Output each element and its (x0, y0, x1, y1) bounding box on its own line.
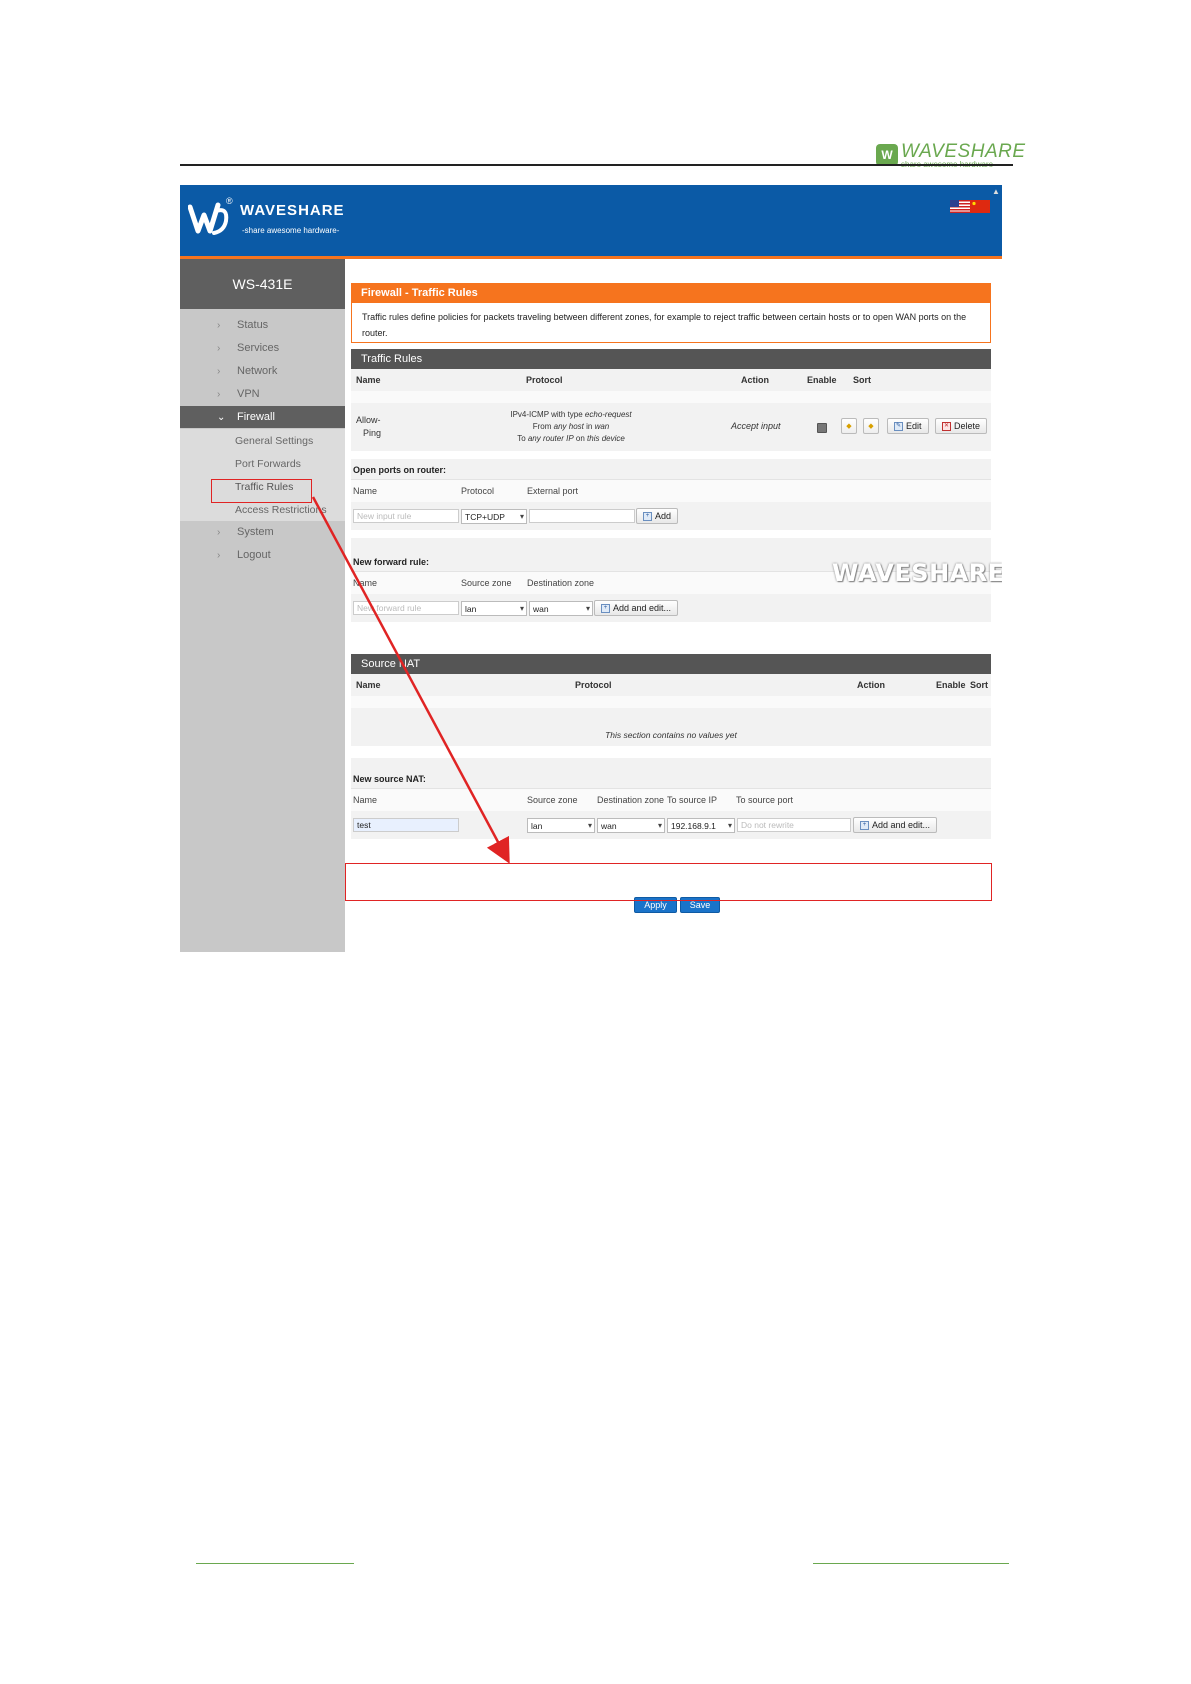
page-title: Firewall - Traffic Rules (351, 283, 991, 303)
to-source-port-field[interactable]: Do not rewrite (737, 818, 851, 832)
chevron-down-icon: ▾ (519, 512, 524, 521)
chevron-down-icon: ⌄ (217, 411, 226, 423)
registered-mark: ® (226, 196, 233, 206)
traffic-rules-header: Traffic Rules (351, 349, 991, 369)
page-description: Traffic rules define policies for packet… (351, 303, 991, 343)
device-name: WS-431E (180, 259, 345, 309)
chevron-right-icon: › (217, 365, 221, 377)
footer-rule-right (813, 1563, 1009, 1564)
header-rule (180, 164, 1013, 166)
protocol-select[interactable]: TCP+UDP ▾ (461, 509, 527, 524)
add-and-edit-button[interactable]: + Add and edit... (594, 600, 679, 616)
to-source-ip-select[interactable]: 192.168.9.1 ▾ (667, 818, 735, 833)
chevron-right-icon: › (217, 319, 221, 331)
sidebar-sub-general-settings[interactable]: General Settings (180, 429, 345, 452)
top-bar: ® WAVESHARE -share awesome hardware- ▲ (180, 185, 1002, 259)
new-source-nat-title: New source NAT: (353, 774, 426, 784)
add-icon: + (601, 603, 610, 613)
new-forward-rule-field[interactable]: New forward rule (353, 601, 459, 615)
sidebar-item-services[interactable]: › Services (180, 337, 345, 359)
us-flag-icon[interactable] (950, 200, 970, 213)
enable-checkbox[interactable] (817, 423, 827, 433)
cn-flag-icon[interactable] (970, 200, 990, 213)
source-zone-select[interactable]: lan ▾ (461, 601, 527, 616)
waveshare-logo-icon: W (876, 144, 898, 166)
delete-button[interactable]: ✕ Delete (935, 418, 988, 434)
sidebar-item-firewall[interactable]: ⌄ Firewall (180, 406, 345, 428)
source-nat-header: Source NAT (351, 654, 991, 674)
sidebar-item-vpn[interactable]: › VPN (180, 383, 345, 405)
traffic-rules-column-headers: Name Protocol Action Enable Sort (351, 369, 991, 391)
router-tagline: -share awesome hardware- (242, 226, 340, 235)
empty-section-message: This section contains no values yet (605, 730, 737, 740)
doc-brand: WAVESHARE (901, 140, 1026, 162)
main-content: Firewall - Traffic Rules Traffic rules d… (345, 259, 1002, 952)
forward-rule-title: New forward rule: (353, 557, 430, 567)
sidebar-item-status[interactable]: › Status (180, 314, 345, 336)
chevron-right-icon: › (217, 526, 221, 538)
source-nat-name-field[interactable]: test (353, 818, 459, 832)
sidebar-item-network[interactable]: › Network (180, 360, 345, 382)
sidebar: WS-431E › Status › Services › Network › VPN … (180, 259, 345, 952)
add-icon: + (860, 820, 869, 830)
sidebar-item-logout[interactable]: › Logout (180, 544, 345, 566)
traffic-rules-highlight-box (211, 479, 312, 503)
chevron-right-icon: › (217, 549, 221, 561)
chevron-down-icon: ▾ (585, 604, 590, 613)
nat-dest-zone-select[interactable]: wan ▾ (597, 818, 665, 833)
move-up-button[interactable]: ◆ (841, 418, 857, 434)
router-brand: WAVESHARE (240, 202, 345, 219)
open-ports-title: Open ports on router: (353, 465, 446, 475)
footer-rule-left (196, 1563, 354, 1564)
chevron-right-icon: › (217, 342, 221, 354)
sidebar-sub-port-forwards[interactable]: Port Forwards (180, 452, 345, 475)
chevron-right-icon: › (217, 388, 221, 400)
router-screenshot: ® WAVESHARE -share awesome hardware- ▲ W… (180, 185, 1002, 952)
sidebar-item-system[interactable]: › System (180, 521, 345, 543)
chevron-down-icon: ▾ (519, 604, 524, 613)
waveshare-watermark: WAVESHARE (832, 559, 1002, 587)
edit-button[interactable]: ✎ Edit (887, 418, 929, 434)
scroll-up-icon[interactable]: ▲ (992, 187, 1000, 196)
chevron-down-icon: ▾ (657, 821, 662, 830)
chevron-down-icon: ▾ (587, 821, 592, 830)
table-row: Allow- Ping IPv4-ICMP with type echo-req… (351, 403, 991, 451)
nat-add-and-edit-button[interactable]: + Add and edit... (853, 817, 938, 833)
source-nat-highlight-box (345, 863, 992, 901)
chevron-down-icon: ▾ (727, 821, 732, 830)
dest-zone-select[interactable]: wan ▾ (529, 601, 593, 616)
nat-source-zone-select[interactable]: lan ▾ (527, 818, 595, 833)
rule-action: Accept input (731, 421, 781, 431)
new-input-rule-field[interactable]: New input rule (353, 509, 459, 523)
edit-icon: ✎ (894, 421, 903, 431)
rule-protocol-summary: IPv4-ICMP with type echo-request From an… (510, 410, 632, 443)
move-down-button[interactable]: ◆ (863, 418, 879, 434)
add-icon: + (643, 511, 652, 521)
add-button[interactable]: + Add (636, 508, 679, 524)
delete-icon: ✕ (942, 421, 951, 431)
external-port-field[interactable] (529, 509, 635, 523)
